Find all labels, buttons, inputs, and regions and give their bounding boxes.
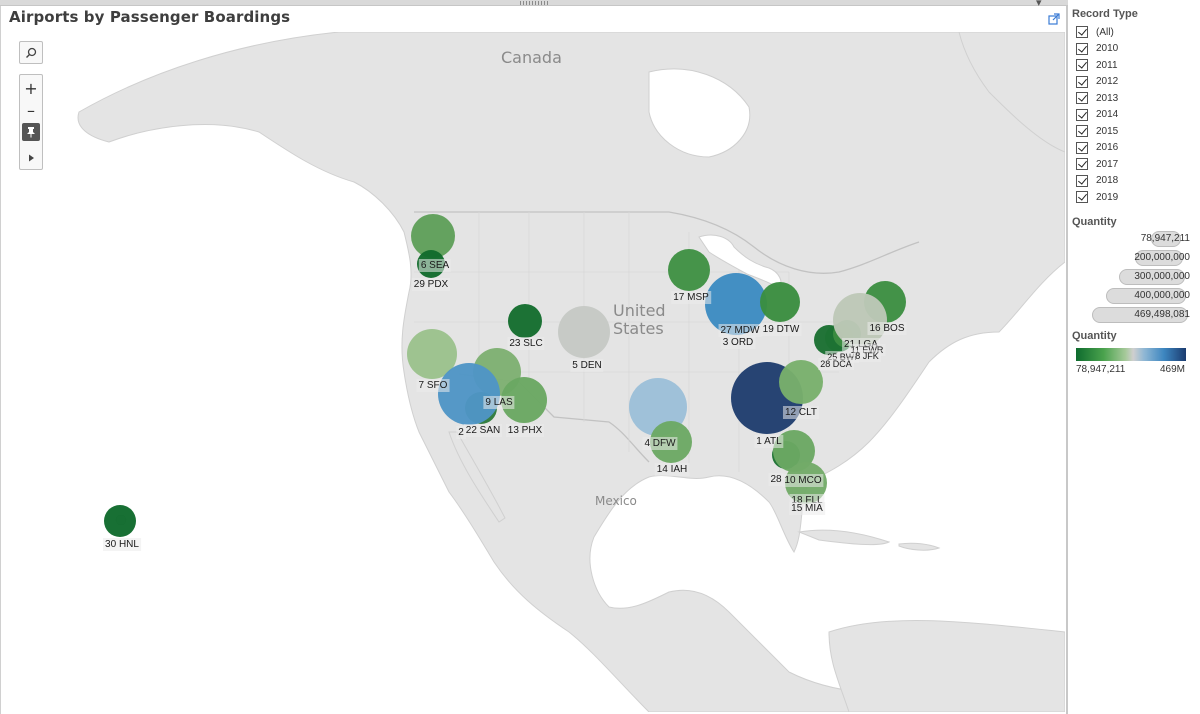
bubble-label-hnl: 30 HNL bbox=[103, 538, 141, 551]
bubble-5-den[interactable] bbox=[558, 306, 610, 358]
checkbox-checked-icon[interactable] bbox=[1076, 191, 1088, 203]
bubble-label-clt: 12 CLT bbox=[782, 406, 820, 419]
bubble-label-bos: 16 BOS bbox=[867, 322, 907, 335]
bubble-30-hnl[interactable] bbox=[104, 505, 136, 537]
bubble-label-mdw: 27 MDW bbox=[718, 324, 762, 337]
pin-map-button[interactable] bbox=[22, 123, 40, 141]
bubble-label-tpa-overlap: 28 bbox=[768, 473, 784, 486]
map-area[interactable]: Canada United States Mexico 1 ATL 3 ORD … bbox=[9, 32, 1065, 712]
bubble-9-las[interactable] bbox=[438, 363, 500, 425]
size-legend-value: 400,000,000 bbox=[1134, 290, 1190, 301]
legend-panel: Record Type (All) 2010 2011 2012 2013 2014 201… bbox=[1070, 0, 1200, 714]
pin-icon bbox=[27, 127, 35, 138]
record-type-option[interactable]: 2011 bbox=[1076, 57, 1118, 73]
size-legend-row: 300,000,000 bbox=[1070, 269, 1198, 285]
color-legend-title: Quantity bbox=[1072, 330, 1117, 342]
bubble-layer bbox=[104, 214, 906, 537]
bubble-label-sfo: 7 SFO bbox=[416, 379, 450, 392]
checkbox-checked-icon[interactable] bbox=[1076, 75, 1088, 88]
record-type-option[interactable]: 2013 bbox=[1076, 90, 1118, 106]
record-type-option-label: 2019 bbox=[1096, 191, 1119, 203]
bubble-label-slc: 23 SLC bbox=[507, 337, 545, 350]
tableau-dashboard: ▾ ✕ Airports by Passenger Boardings bbox=[0, 0, 1200, 714]
bubble-label-phx: 13 PHX bbox=[505, 424, 545, 437]
checkbox-checked-icon[interactable] bbox=[1076, 59, 1088, 71]
bubble-label-east-4: 8 JFK bbox=[853, 350, 881, 362]
play-icon bbox=[29, 154, 34, 162]
expand-toolbar-button[interactable] bbox=[20, 147, 42, 169]
record-type-option[interactable]: 2019 bbox=[1076, 189, 1118, 205]
record-type-option-label: 2018 bbox=[1096, 175, 1119, 186]
record-type-option-label: 2012 bbox=[1096, 76, 1119, 87]
record-type-option-label: 2014 bbox=[1096, 109, 1119, 120]
record-type-option-label: 2017 bbox=[1096, 158, 1119, 170]
map-panel: Airports by Passenger Boardings Canada U… bbox=[0, 6, 1068, 714]
checkbox-checked-icon[interactable] bbox=[1076, 26, 1088, 38]
checkbox-checked-icon[interactable] bbox=[1076, 42, 1088, 55]
checkbox-checked-icon[interactable] bbox=[1076, 108, 1088, 121]
size-legend-value: 469,498,081 bbox=[1134, 309, 1190, 320]
color-legend-gradient bbox=[1076, 348, 1186, 361]
map-zoom-toolbar: + – bbox=[19, 74, 43, 170]
search-icon bbox=[26, 47, 37, 58]
external-link-icon[interactable] bbox=[1048, 13, 1060, 25]
checkbox-checked-icon[interactable] bbox=[1076, 125, 1088, 137]
bubble-label-san: 22 SAN bbox=[463, 424, 503, 437]
size-legend-value: 78,947,211 bbox=[1140, 233, 1190, 244]
color-legend-max: 469M bbox=[1160, 364, 1186, 375]
bubble-label-ord: 3 ORD bbox=[720, 336, 756, 349]
map-search-button[interactable] bbox=[19, 41, 43, 64]
size-legend-row: 469,498,081 bbox=[1070, 307, 1198, 323]
record-type-legend-title: Record Type bbox=[1072, 8, 1138, 20]
bubble-23-slc[interactable] bbox=[508, 304, 542, 338]
bubble-label-sea: 6 SEA bbox=[418, 259, 452, 272]
record-type-option[interactable]: 2014 bbox=[1076, 107, 1118, 123]
record-type-option[interactable]: 2016 bbox=[1076, 140, 1118, 156]
zoom-out-button[interactable]: – bbox=[20, 99, 42, 121]
record-type-option-label: 2013 bbox=[1096, 92, 1119, 104]
record-type-option-label: 2015 bbox=[1096, 125, 1119, 137]
record-type-option[interactable]: (All) bbox=[1076, 24, 1114, 40]
record-type-option[interactable]: 2012 bbox=[1076, 74, 1118, 90]
bubble-label-dtw: 19 DTW bbox=[760, 323, 802, 336]
bubble-label-east-2: 28 DCA bbox=[818, 358, 854, 370]
bubble-label-las: 9 LAS bbox=[483, 396, 515, 409]
size-legend-value: 200,000,000 bbox=[1134, 252, 1190, 263]
bubble-label-lax-overlap: 2 bbox=[456, 426, 466, 439]
record-type-option[interactable]: 2017 bbox=[1076, 156, 1118, 172]
size-legend-title: Quantity bbox=[1072, 216, 1117, 228]
zoom-in-button[interactable]: + bbox=[20, 77, 42, 99]
checkbox-checked-icon[interactable] bbox=[1076, 92, 1088, 104]
chart-title: Airports by Passenger Boardings bbox=[9, 8, 291, 26]
color-legend-min: 78,947,211 bbox=[1076, 364, 1126, 375]
size-legend-row: 200,000,000 bbox=[1070, 250, 1198, 266]
bubble-label-mco: 10 MCO bbox=[782, 474, 824, 487]
bubble-label-mia: 15 MIA bbox=[789, 502, 825, 515]
size-legend-value: 300,000,000 bbox=[1134, 271, 1190, 282]
checkbox-checked-icon[interactable] bbox=[1076, 158, 1088, 170]
bubble-19-dtw[interactable] bbox=[760, 282, 800, 322]
drag-grip-icon[interactable] bbox=[520, 1, 550, 5]
checkbox-checked-icon[interactable] bbox=[1076, 174, 1088, 187]
size-legend-row: 400,000,000 bbox=[1070, 288, 1198, 304]
bubble-label-iah: 14 IAH bbox=[654, 463, 690, 476]
bubble-label-den: 5 DEN bbox=[570, 359, 604, 372]
bubble-label-atl: 1 ATL bbox=[754, 435, 784, 448]
record-type-option-label: 2016 bbox=[1096, 142, 1119, 153]
size-legend-row: 78,947,211 bbox=[1070, 231, 1198, 247]
bubble-label-msp: 17 MSP bbox=[671, 291, 711, 304]
bubble-17-msp[interactable] bbox=[668, 249, 710, 291]
checkbox-checked-icon[interactable] bbox=[1076, 141, 1088, 154]
record-type-option[interactable]: 2018 bbox=[1076, 173, 1118, 189]
bubble-12-clt[interactable] bbox=[779, 360, 823, 404]
record-type-option-label: 2010 bbox=[1096, 43, 1119, 54]
bubble-label-pdx: 29 PDX bbox=[411, 278, 451, 291]
record-type-option-label: (All) bbox=[1096, 26, 1114, 38]
bubble-label-dfw: 4 DFW bbox=[642, 437, 678, 450]
record-type-option[interactable]: 2010 bbox=[1076, 41, 1118, 57]
record-type-option[interactable]: 2015 bbox=[1076, 123, 1118, 139]
record-type-option-label: 2011 bbox=[1096, 59, 1118, 71]
